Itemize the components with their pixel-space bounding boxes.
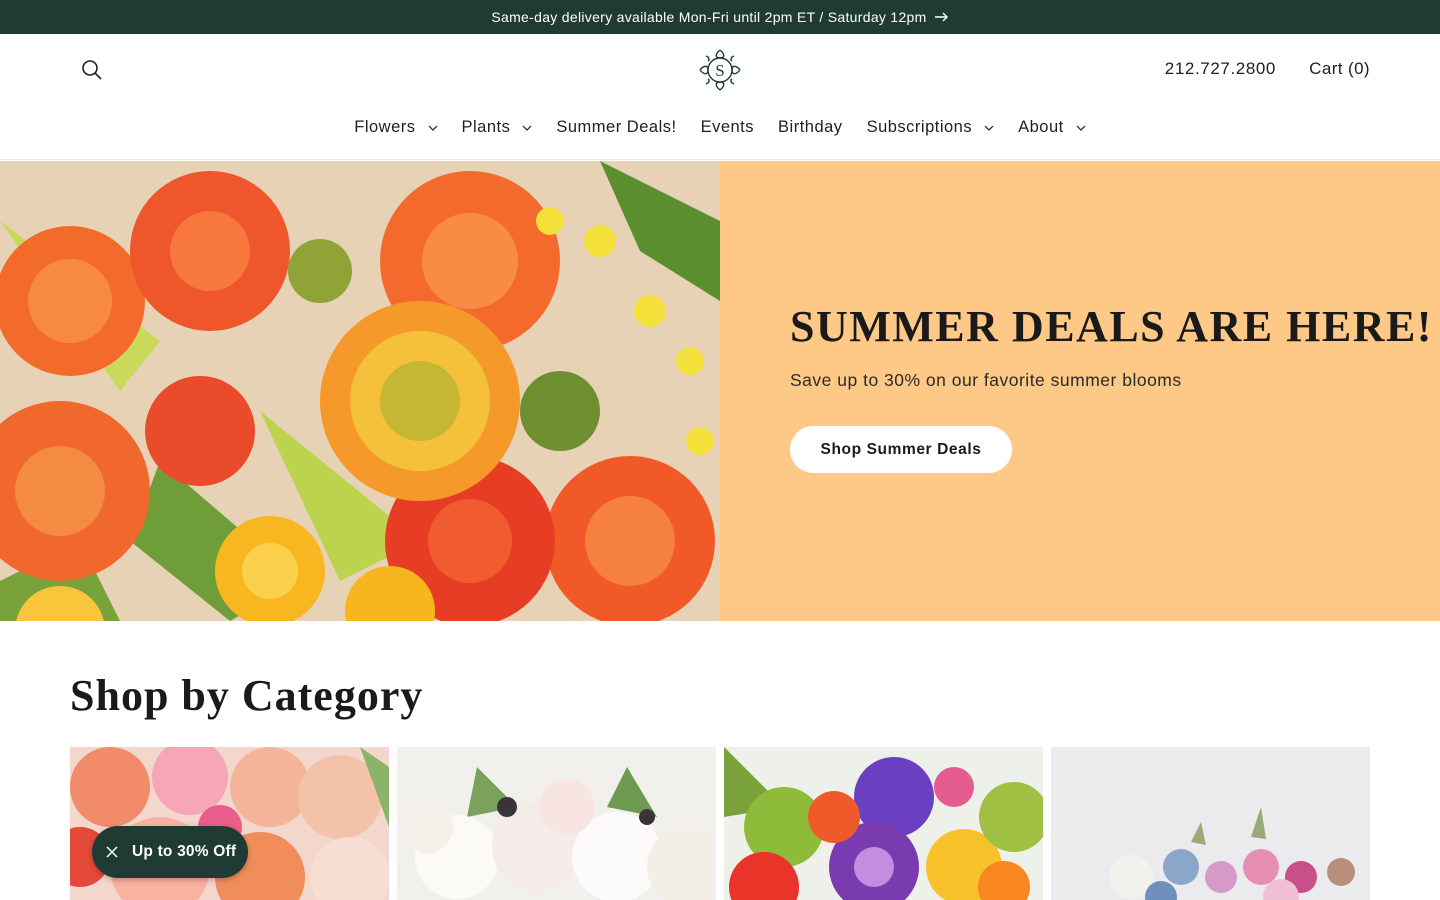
chevron-down-icon — [428, 123, 438, 133]
announcement-bar[interactable]: Same-day delivery available Mon-Fri unti… — [0, 0, 1440, 34]
main-nav: Flowers Plants Summer Deals! Events Birt… — [0, 118, 1440, 137]
nav-item-events[interactable]: Events — [689, 118, 766, 137]
chevron-down-icon — [984, 123, 994, 133]
phone-number-link[interactable]: 212.727.2800 — [1165, 59, 1276, 79]
close-icon[interactable] — [104, 844, 120, 860]
arrow-right-icon — [934, 10, 949, 25]
category-card-colorful-orchids[interactable] — [724, 747, 1043, 900]
search-icon — [82, 60, 102, 80]
nav-item-label: About — [1018, 118, 1064, 136]
nav-item-flowers[interactable]: Flowers — [342, 118, 449, 137]
nav-item-label: Events — [700, 118, 755, 136]
category-card-white-flowers[interactable] — [397, 747, 716, 900]
nav-item-label: Birthday — [778, 118, 843, 136]
hero-flower-image[interactable] — [0, 161, 720, 621]
nav-item-subscriptions[interactable]: Subscriptions — [855, 118, 1007, 137]
nav-item-summer-deals[interactable]: Summer Deals! — [544, 118, 688, 137]
hero-banner: SUMMER DEALS ARE HERE! Save up to 30% on… — [0, 161, 1440, 621]
svg-text:S: S — [715, 61, 724, 80]
nav-item-label: Plants — [461, 118, 511, 136]
chevron-down-icon — [1076, 123, 1086, 133]
category-card-wildflowers[interactable] — [1051, 747, 1370, 900]
shop-summer-deals-button[interactable]: Shop Summer Deals — [790, 426, 1012, 473]
nav-item-about[interactable]: About — [1006, 118, 1098, 137]
chevron-down-icon — [522, 123, 532, 133]
category-section-title: Shop by Category — [70, 671, 424, 720]
hero-text-panel: SUMMER DEALS ARE HERE! Save up to 30% on… — [720, 161, 1440, 621]
announcement-text[interactable]: Same-day delivery available Mon-Fri unti… — [491, 9, 926, 25]
hero-title: SUMMER DEALS ARE HERE! — [790, 302, 1433, 351]
nav-item-label: Flowers — [354, 118, 416, 136]
site-logo[interactable]: S — [697, 48, 743, 92]
hero-subtitle: Save up to 30% on our favorite summer bl… — [790, 370, 1182, 390]
nav-item-label: Subscriptions — [866, 118, 973, 136]
cart-link[interactable]: Cart (0) — [1309, 59, 1370, 79]
nav-item-birthday[interactable]: Birthday — [766, 118, 855, 137]
nav-item-label: Summer Deals! — [556, 118, 677, 136]
site-header: S 212.727.2800 Cart (0) Flowers Plants S… — [0, 34, 1440, 160]
nav-item-plants[interactable]: Plants — [450, 118, 545, 137]
search-button[interactable] — [78, 56, 106, 84]
discount-promo-pill[interactable]: Up to 30% Off — [92, 826, 248, 878]
category-grid — [70, 747, 1370, 900]
promo-label[interactable]: Up to 30% Off — [132, 843, 236, 861]
